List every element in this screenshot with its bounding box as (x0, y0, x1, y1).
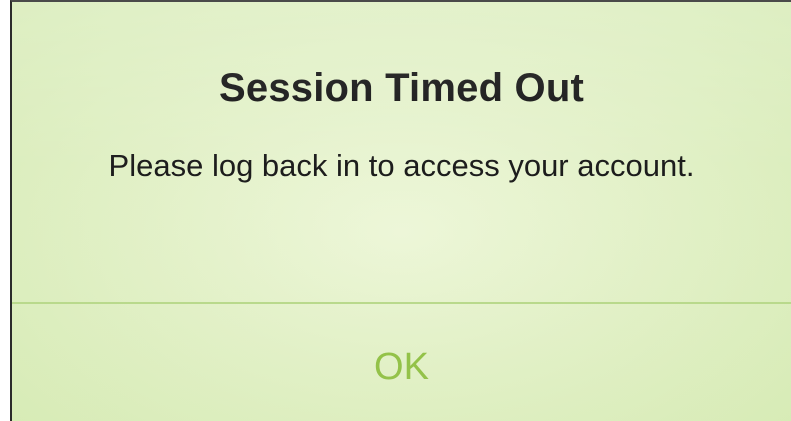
ok-button[interactable]: OK (12, 304, 791, 421)
alert-message: Please log back in to access your accoun… (108, 148, 695, 183)
ok-button-label: OK (374, 346, 429, 388)
alert-content: Session Timed Out Please log back in to … (12, 2, 791, 302)
alert-title: Session Timed Out (219, 66, 584, 110)
screenshot-frame: Session Timed Out Please log back in to … (0, 0, 791, 421)
session-timeout-alert: Session Timed Out Please log back in to … (10, 0, 791, 421)
